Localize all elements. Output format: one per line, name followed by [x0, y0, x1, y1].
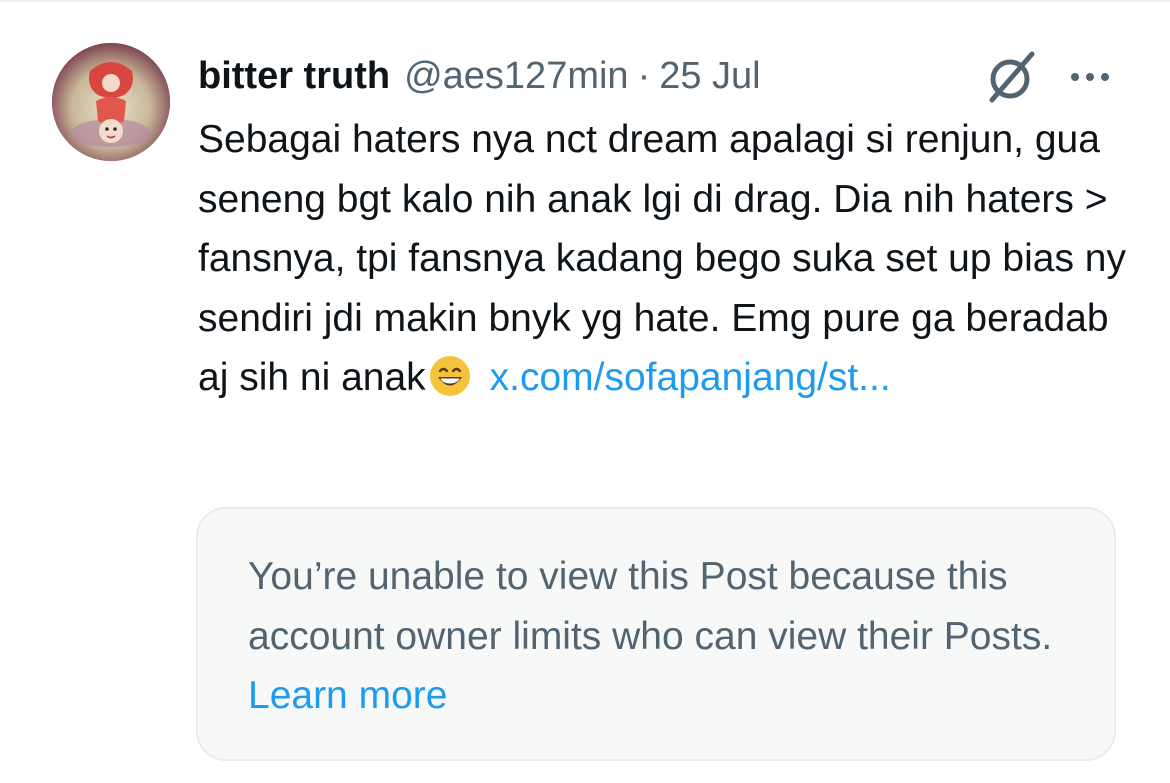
header-separator: · [637, 55, 651, 97]
handle-text: @aes127 [404, 55, 568, 97]
author-handle[interactable]: @aes127min [404, 52, 628, 100]
more-options-icon[interactable] [1066, 62, 1114, 92]
quoted-post-card: You’re unable to view this Post because … [196, 507, 1116, 761]
tweet-container: bitter truth @aes127min · 25 Jul Sebagai… [0, 0, 1170, 783]
learn-more-link[interactable]: Learn more [248, 674, 447, 717]
unavailable-post-notice: You’re unable to view this Post because … [248, 547, 1078, 726]
tweet-body: Sebagai haters nya nct dream apalagi si … [198, 110, 1128, 408]
unavailable-message: You’re unable to view this Post because … [248, 555, 1053, 658]
tweet-link[interactable]: x.com/sofapanjang/st... [490, 356, 891, 399]
time-ago: min [567, 55, 629, 97]
grinning-face-emoji-icon [428, 354, 472, 398]
post-date[interactable]: 25 Jul [659, 52, 760, 100]
author-name[interactable]: bitter truth [198, 52, 390, 100]
grok-icon[interactable] [980, 46, 1042, 108]
tweet-header: bitter truth @aes127min · 25 Jul [198, 52, 761, 100]
avatar[interactable] [52, 43, 170, 161]
